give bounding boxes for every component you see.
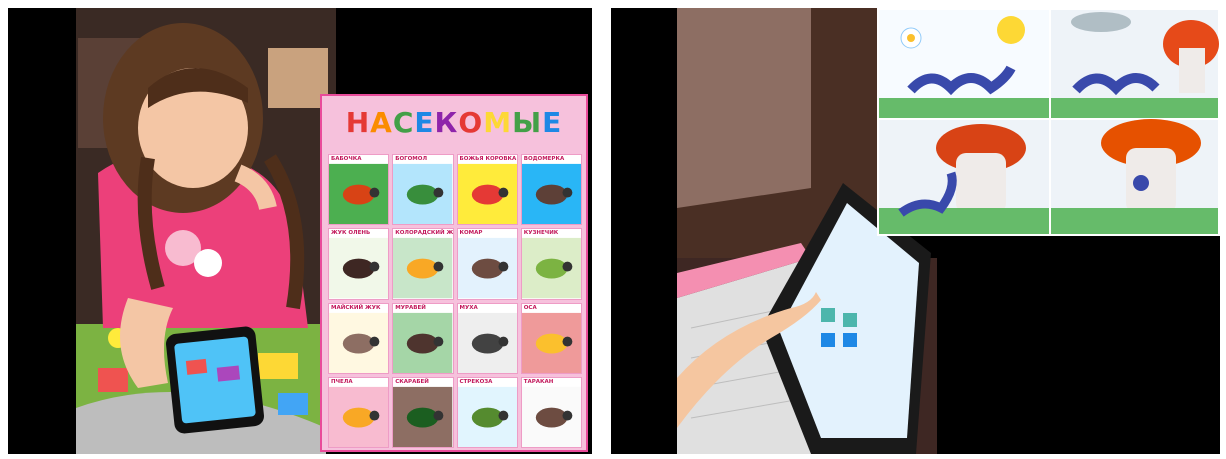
caterpillar-mushroom-rain-card	[1051, 119, 1218, 234]
left-photo-panel: НАСЕКОМЫЕ БАБОЧКА БОГОМОЛ БОЖЬЯ КОРОВКА ВОД…	[8, 8, 592, 454]
insect-card: ПЧЕЛА	[328, 376, 390, 448]
insect-card: ОСА	[520, 302, 582, 374]
child-with-tablet-scene	[611, 8, 1220, 454]
cockroach-icon	[521, 386, 581, 447]
insect-label: МУХА	[459, 304, 478, 311]
insects-poster: НАСЕКОМЫЕ БАБОЧКА БОГОМОЛ БОЖЬЯ КОРОВКА ВОД…	[320, 94, 588, 452]
insect-label: ПЧЕЛА	[331, 378, 353, 385]
insect-card: КУЗНЕЧИК	[520, 228, 582, 300]
caterpillar-mushroom-card	[879, 120, 1049, 234]
insect-label: КУЗНЕЧИК	[523, 230, 559, 237]
insect-card: КОЛОРАДСКИЙ ЖУК	[392, 228, 454, 300]
insect-label: БАБОЧКА	[331, 156, 362, 162]
insect-card: СТРЕКОЗА	[456, 376, 518, 448]
water-strider-icon	[521, 163, 581, 225]
ant-icon	[393, 312, 453, 373]
insect-label: ОСА	[523, 304, 537, 311]
insect-card: ТАРАКАН	[520, 376, 582, 448]
insect-card: БОЖЬЯ КОРОВКА	[456, 154, 518, 226]
poster-title-letter: А	[370, 106, 393, 139]
grasshopper-icon	[521, 238, 581, 299]
insect-card: МУРАВЕЙ	[392, 302, 454, 374]
poster-title-letter: Е	[542, 106, 563, 139]
insect-card: БОГОМОЛ	[392, 154, 454, 226]
insect-label: БОГОМОЛ	[395, 156, 428, 162]
insect-grid: БАБОЧКА БОГОМОЛ БОЖЬЯ КОРОВКА ВОДОМЕРКА ЖУК …	[328, 154, 582, 448]
butterfly-icon	[329, 163, 389, 225]
poster-title-letter: Ы	[512, 106, 543, 139]
fly-icon	[457, 312, 517, 373]
insect-label: СТРЕКОЗА	[459, 378, 493, 385]
mosquito-icon	[457, 238, 517, 299]
dragonfly-icon	[457, 386, 517, 447]
insect-label: КОМАР	[459, 230, 483, 237]
insect-label: МУРАВЕЙ	[395, 304, 426, 311]
insect-label: ТАРАКАН	[523, 378, 554, 385]
insect-label: КОЛОРАДСКИЙ ЖУК	[395, 230, 454, 237]
wasp-icon	[521, 312, 581, 373]
scarab-icon	[393, 386, 453, 447]
insect-card: СКАРАБЕЙ	[392, 376, 454, 448]
insect-card: БАБОЧКА	[328, 154, 390, 226]
poster-title-letter: М	[483, 106, 513, 139]
caterpillar-sunflower-card	[879, 10, 1049, 118]
insect-label: ВОДОМЕРКА	[523, 156, 565, 162]
insect-label: БОЖЬЯ КОРОВКА	[459, 156, 517, 162]
insect-card: ЖУК ОЛЕНЬ	[328, 228, 390, 300]
poster-title-letter: Н	[345, 106, 371, 139]
poster-title-letter: К	[434, 106, 459, 139]
ladybug-icon	[457, 163, 517, 225]
poster-title-letter: О	[458, 106, 484, 139]
stag-beetle-icon	[329, 238, 389, 299]
colorado-beetle-icon	[393, 238, 453, 299]
caterpillar-cards	[877, 8, 1220, 236]
insect-card: МУХА	[456, 302, 518, 374]
insect-card: ВОДОМЕРКА	[520, 154, 582, 226]
cockchafer-icon	[329, 312, 389, 373]
caterpillar-rain-card	[1051, 10, 1219, 118]
right-photo-panel	[611, 8, 1220, 454]
smartphone-icon	[166, 326, 264, 434]
insect-label: МАЙСКИЙ ЖУК	[331, 304, 381, 311]
bee-icon	[329, 386, 389, 447]
insect-card: МАЙСКИЙ ЖУК	[328, 302, 390, 374]
poster-title-letter: С	[392, 106, 415, 139]
insect-label: СКАРАБЕЙ	[395, 378, 429, 385]
poster-title-letter: Е	[414, 106, 435, 139]
insect-label: ЖУК ОЛЕНЬ	[331, 230, 371, 237]
mantis-icon	[393, 163, 453, 225]
insect-card: КОМАР	[456, 228, 518, 300]
poster-title: НАСЕКОМЫЕ	[322, 106, 586, 139]
